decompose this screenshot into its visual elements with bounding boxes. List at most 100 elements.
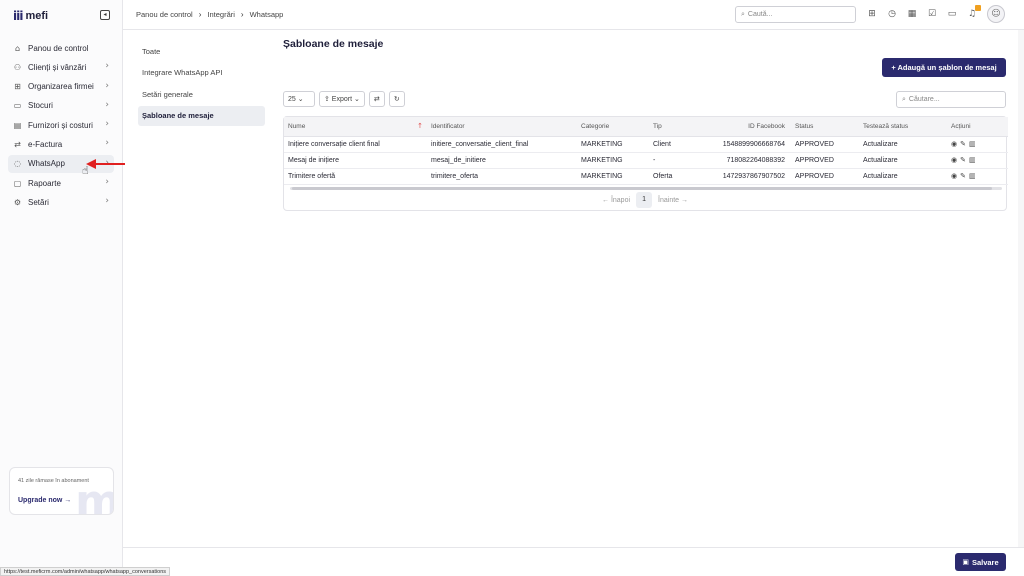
chevron-right-icon: › <box>105 196 109 207</box>
horizontal-scrollbar[interactable] <box>290 187 1002 190</box>
table-cell: 1548899906668764 <box>699 136 791 153</box>
global-search-input[interactable]: ⌕ Caută... <box>735 6 856 23</box>
view-icon[interactable]: ◉ <box>951 156 957 164</box>
column-header[interactable]: Nume ↑ <box>284 117 427 137</box>
sidebar-item-label: Rapoarte <box>28 178 61 188</box>
next-page-button[interactable]: Înainte → <box>658 197 688 204</box>
table-cell: trimitere_oferta <box>427 168 577 185</box>
view-icon[interactable]: ◉ <box>951 172 957 180</box>
column-header[interactable]: Identificator <box>427 117 577 137</box>
chevron-right-icon: › <box>105 80 109 91</box>
sidebar-item-setari[interactable]: ⚙ Setări › <box>8 193 114 211</box>
table-search-input[interactable]: ⌕ Căutare... <box>896 91 1006 108</box>
chevron-right-icon: › <box>240 10 244 19</box>
table-cell: - <box>649 152 699 169</box>
sidebar-item-rapoarte[interactable]: ▢ Rapoarte › <box>8 174 114 192</box>
logo[interactable]: ⅲ mefi <box>13 9 48 23</box>
table-row[interactable]: Mesaj de inițiere mesaj_de_initiere MARKET… <box>284 152 1008 169</box>
calendar-icon[interactable]: ▦ <box>906 8 918 20</box>
scrollbar-thumb[interactable] <box>292 187 992 190</box>
subnav-item[interactable]: Șabloane de mesaje <box>138 105 265 126</box>
upgrade-link[interactable]: Upgrade now → <box>18 497 71 504</box>
table-cell: APPROVED <box>791 168 859 185</box>
column-header-label: Acțiuni <box>951 122 971 130</box>
column-header[interactable]: Status <box>791 117 859 137</box>
row-actions: ◉ ✎ ▥ <box>947 168 1008 185</box>
sidebar: ⅲ mefi ◂ ⌂ Panou de control ⚇ Clienți și vâ… <box>0 0 123 576</box>
column-header[interactable]: Testează status <box>859 117 947 137</box>
table-cell[interactable]: Actualizare <box>859 152 947 169</box>
subnav-item[interactable]: Toate <box>138 41 265 61</box>
edit-icon[interactable]: ✎ <box>960 172 966 180</box>
breadcrumb-item-dashboard[interactable]: Panou de control <box>136 10 193 19</box>
sidebar-item-stocuri[interactable]: ▭ Stocuri › <box>8 97 114 115</box>
export-button[interactable]: ⇪ Export ⌄ <box>319 91 365 107</box>
column-header-label: Nume <box>288 122 306 130</box>
column-header-label: ID Facebook <box>748 122 785 130</box>
delete-icon[interactable]: ▥ <box>969 172 976 180</box>
table-row[interactable]: Inițiere conversație client final initier… <box>284 136 1008 153</box>
edit-icon[interactable]: ✎ <box>960 140 966 148</box>
sidebar-item-panou-de-control[interactable]: ⌂ Panou de control <box>8 39 114 57</box>
page-number[interactable]: 1 <box>636 192 653 208</box>
logo-text: mefi <box>25 10 49 22</box>
delete-icon[interactable]: ▥ <box>969 156 976 164</box>
table-cell: MARKETING <box>577 136 649 153</box>
column-header-label: Categorie <box>581 122 610 130</box>
delete-icon[interactable]: ▥ <box>969 140 976 148</box>
bell-icon[interactable]: ♫ <box>966 5 981 20</box>
add-template-button[interactable]: + Adaugă un șablon de mesaj <box>882 58 1006 77</box>
search-icon: ⌕ <box>741 10 745 18</box>
page-size-select[interactable]: 25 ⌄ <box>283 91 315 107</box>
table-cell[interactable]: Actualizare <box>859 136 947 153</box>
tasks-icon[interactable]: ☑ <box>926 8 938 20</box>
chevron-right-icon: › <box>105 99 109 110</box>
sort-ascending-icon[interactable]: ↑ <box>417 122 423 130</box>
column-header[interactable]: ID Facebook <box>699 117 791 137</box>
table-header-row: Nume ↑ Identificator Categorie Tip ID Faceboo… <box>284 117 1008 137</box>
avatar[interactable]: ☺ <box>987 5 1005 23</box>
view-icon[interactable]: ◉ <box>951 140 957 148</box>
users-icon: ⚇ <box>13 62 22 72</box>
edit-icon[interactable]: ✎ <box>960 156 966 164</box>
table-cell: 718082264088392 <box>699 152 791 169</box>
sidebar-item-organizarea-firmei[interactable]: ⊞ Organizarea firmei › <box>8 78 114 96</box>
chevron-right-icon: › <box>105 177 109 188</box>
timer-icon[interactable]: ◷ <box>886 8 898 20</box>
pagination: ← Înapoi 1 Înainte → <box>283 192 1007 208</box>
table-row[interactable]: Trimitere ofertă trimitere_oferta MARKETIN… <box>284 168 1008 185</box>
sidebar-item-e-factura[interactable]: ⇄ e-Factura › <box>8 135 114 153</box>
column-header[interactable]: Tip <box>649 117 699 137</box>
search-icon: ⌕ <box>902 95 906 103</box>
subnav-item[interactable]: Setări generale <box>138 84 265 104</box>
global-search-placeholder: Caută... <box>747 11 773 18</box>
save-button[interactable]: ▣ Salvare <box>955 553 1006 571</box>
chevron-right-icon: › <box>198 10 202 19</box>
sidebar-item-label: e-Factura <box>28 139 63 149</box>
annotation-arrow-icon <box>86 159 125 169</box>
refresh-icon[interactable]: ↻ <box>388 91 405 107</box>
prev-page-button[interactable]: ← Înapoi <box>602 197 630 204</box>
column-header-label: Testează status <box>863 122 909 130</box>
sidebar-item-clienti-si-vanzari[interactable]: ⚇ Clienți și vânzări › <box>8 58 114 76</box>
sidebar-item-label: Clienți și vânzări <box>28 62 87 72</box>
table-cell: Mesaj de inițiere <box>284 152 427 169</box>
mouse-cursor-icon: ☝ <box>82 164 89 177</box>
breadcrumb-item-integrations[interactable]: Integrări <box>207 10 235 19</box>
add-icon[interactable]: ⊞ <box>866 8 878 20</box>
column-header[interactable]: Acțiuni <box>947 117 1008 137</box>
table-cell[interactable]: Actualizare <box>859 168 947 185</box>
sidebar-item-label: Stocuri <box>28 101 53 111</box>
subscription-promo-card: m 41 zile rămase în abonament Upgrade no… <box>9 467 114 515</box>
table-cell: APPROVED <box>791 152 859 169</box>
table-cell: MARKETING <box>577 152 649 169</box>
columns-toggle-icon[interactable]: ⇄ <box>368 91 385 107</box>
column-header[interactable]: Categorie <box>577 117 649 137</box>
row-actions: ◉ ✎ ▥ <box>947 152 1008 169</box>
chat-icon[interactable]: ▭ <box>946 8 958 20</box>
subnav-item[interactable]: Integrare WhatsApp API <box>138 63 265 83</box>
sidebar-item-label: WhatsApp <box>28 159 65 169</box>
page-scrollbar[interactable] <box>1018 30 1024 547</box>
collapse-sidebar-icon[interactable]: ◂ <box>100 10 110 20</box>
sidebar-item-furnizori-si-costuri[interactable]: ▤ Furnizori și costuri › <box>8 116 114 134</box>
